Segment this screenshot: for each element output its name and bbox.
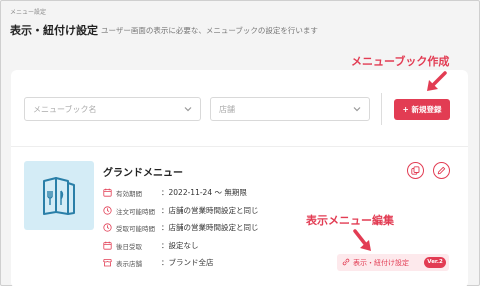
section-divider	[11, 146, 468, 147]
page-subtitle: ユーザー画面の表示に必要な、メニューブックの設定を行います	[101, 26, 318, 35]
chevron-down-icon	[353, 107, 361, 112]
new-register-button[interactable]: + 新規登録	[394, 99, 450, 120]
clock-icon	[103, 206, 112, 215]
edit-button[interactable]	[433, 162, 450, 179]
chevron-down-icon	[184, 107, 192, 112]
display-link-settings-button[interactable]: 表示・紐付け設定 Ver.2	[337, 254, 449, 271]
breadcrumb: メニュー設定	[10, 9, 47, 16]
calendar-icon	[103, 188, 112, 197]
annotation-arrow-icon	[353, 229, 371, 251]
menubook-thumbnail	[24, 161, 94, 230]
detail-label: 有効期間	[116, 190, 142, 198]
detail-value: ：ブランド全店	[161, 258, 214, 267]
link-icon	[342, 258, 350, 266]
calendar-icon	[103, 241, 112, 250]
copy-button[interactable]	[407, 162, 424, 179]
detail-value: ：設定なし	[161, 241, 199, 250]
detail-label: 受取可能時間	[116, 225, 155, 233]
annotation-arrow-icon	[427, 71, 447, 91]
detail-value: ：店舗の営業時間設定と同じ	[161, 206, 259, 215]
store-select[interactable]: 店舗	[210, 97, 370, 121]
store-icon	[103, 259, 112, 267]
menubook-title: グランドメニュー	[103, 168, 183, 179]
detail-label: 注文可能時間	[116, 208, 155, 216]
menubook-name-placeholder: メニューブック名	[33, 105, 97, 114]
page-title: 表示・紐付け設定	[10, 24, 98, 37]
menubook-icon	[43, 177, 75, 215]
detail-label: 後日受取	[116, 243, 142, 251]
detail-label: 表示店舗	[116, 260, 142, 268]
version-badge: Ver.2	[424, 257, 446, 268]
menubook-name-select[interactable]: メニューブック名	[24, 97, 201, 121]
display-link-settings-label: 表示・紐付け設定	[353, 259, 409, 267]
annotation-edit: 表示メニュー編集	[306, 214, 394, 227]
detail-value: ：店舗の営業時間設定と同じ	[161, 223, 259, 232]
copy-icon	[411, 166, 420, 175]
filter-divider	[381, 93, 382, 125]
store-placeholder: 店舗	[219, 105, 235, 114]
pencil-icon	[437, 166, 446, 175]
annotation-create: メニューブック作成	[351, 55, 450, 68]
detail-value: ：2022-11-24 〜 無期限	[161, 188, 247, 197]
clock-icon	[103, 223, 112, 232]
